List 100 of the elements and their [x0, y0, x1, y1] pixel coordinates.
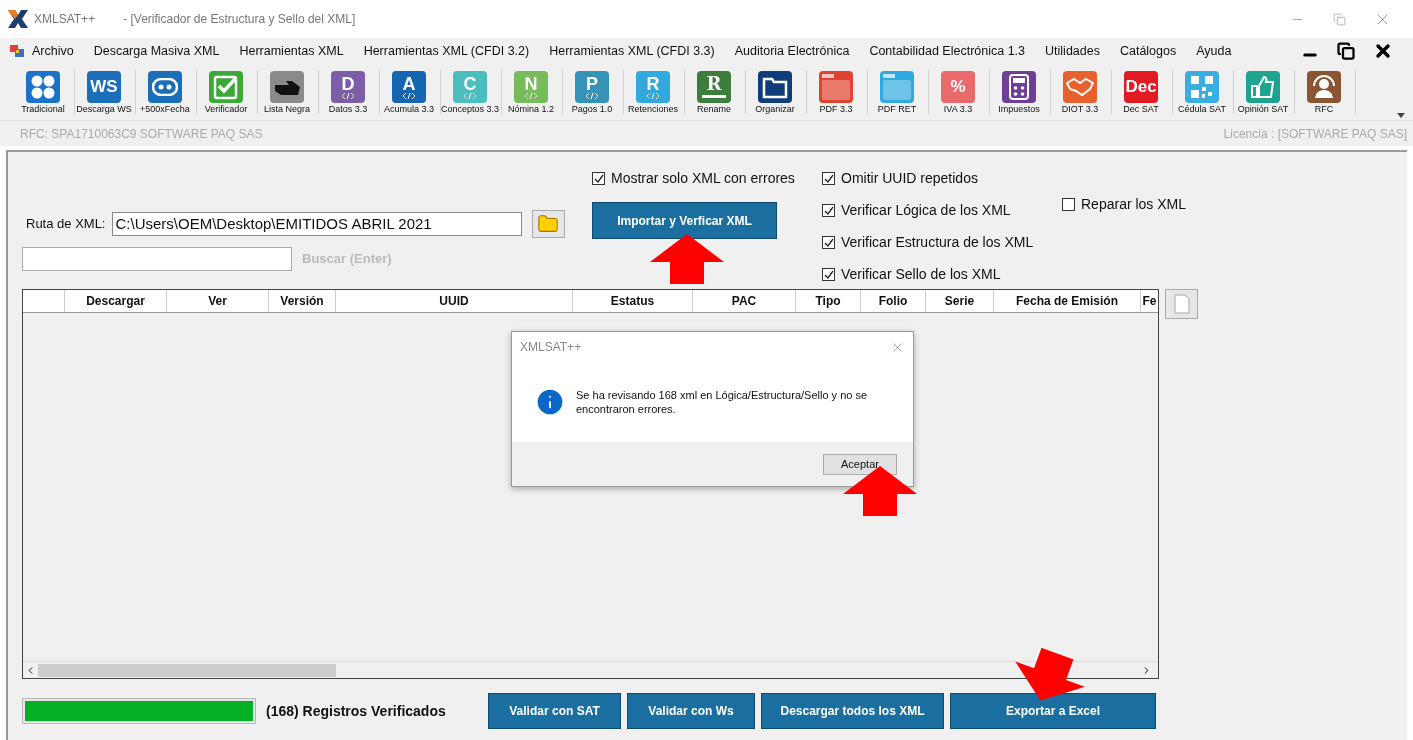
checkbox[interactable]	[822, 236, 835, 249]
rfc-label: RFC: SPA1710063C9 SOFTWARE PAQ SAS	[20, 125, 263, 143]
tool-icon	[758, 70, 792, 103]
menu-item[interactable]: Auditoria Electrónica	[734, 41, 850, 61]
toolbar-button[interactable]: A Acumula 3.3	[380, 70, 438, 114]
column-header[interactable]: Fecha de Emisión	[994, 290, 1141, 312]
checkbox[interactable]	[822, 172, 835, 185]
option-checkbox[interactable]: Verificar Estructura de los XML	[822, 232, 1062, 253]
tool-icon: WS	[87, 70, 121, 103]
overflow-icon[interactable]	[1397, 110, 1405, 118]
option-checkbox[interactable]: Verificar Sello de los XML	[822, 264, 1062, 285]
toolbar-button[interactable]: WS Descarga WS	[75, 70, 133, 114]
toolbar-button[interactable]: D Datos 3.3	[319, 70, 377, 114]
tool-icon: N	[514, 70, 548, 103]
toolbar-button[interactable]: N Nómina 1.2	[502, 70, 560, 114]
dialog-message: Se ha revisando 168 xml en Lógica/Estructura/Sello y no se encontraron errores.	[576, 388, 869, 416]
option-checkbox[interactable]: Reparar los XML	[1062, 194, 1187, 215]
option-checkbox[interactable]: Verificar Lógica de los XML	[822, 200, 1062, 221]
tool-icon	[1185, 70, 1219, 103]
checkbox[interactable]	[1062, 198, 1075, 211]
column-header[interactable]: Fe	[1141, 290, 1158, 312]
tool-icon: R	[636, 70, 670, 103]
menu-item[interactable]: Ayuda	[1196, 41, 1232, 61]
menu-item[interactable]: Descarga Masiva XML	[93, 41, 220, 61]
page-icon	[1172, 294, 1191, 314]
toolbar-button[interactable]: Verificador	[197, 70, 255, 114]
browse-button[interactable]	[531, 210, 565, 238]
tool-icon	[1307, 70, 1341, 103]
column-header[interactable]: Versión	[269, 290, 336, 312]
path-field[interactable]: C:\Users\OEM\Desktop\EMITIDOS ABRIL 2021	[111, 212, 522, 236]
toolbar-button[interactable]: PDF RET	[868, 70, 926, 114]
action-button[interactable]: Exportar a Excel	[950, 693, 1156, 729]
toolbar-button[interactable]: Opinión SAT	[1234, 70, 1292, 114]
toolbar-button[interactable]: Cédula SAT	[1173, 70, 1231, 114]
toolbar-button[interactable]: R Rename	[685, 70, 743, 114]
tool-icon	[819, 70, 853, 103]
option-checkbox[interactable]: Mostrar solo XML con errores	[592, 168, 822, 189]
toolbar-button[interactable]: Lista Negra	[258, 70, 316, 114]
horizontal-scrollbar[interactable]	[23, 661, 1158, 678]
toolbar-button[interactable]: +500xFecha	[136, 70, 194, 114]
column-header[interactable]: Folio	[861, 290, 926, 312]
accept-button[interactable]: Aceptar	[823, 453, 897, 475]
dialog-title: XMLSAT++	[520, 339, 582, 356]
toolbar-button[interactable]: Dec Dec SAT	[1112, 70, 1170, 114]
toolbar-button[interactable]: Organizar	[746, 70, 804, 114]
checkbox[interactable]	[592, 172, 605, 185]
app-logo-icon	[8, 10, 28, 28]
menu-item[interactable]: Utilidades	[1045, 41, 1100, 61]
tool-icon: C	[453, 70, 487, 103]
tool-icon	[1063, 70, 1097, 103]
search-field[interactable]	[22, 247, 292, 271]
action-button[interactable]: Descargar todos los XML	[761, 693, 944, 729]
tool-icon: D	[331, 70, 365, 103]
action-button[interactable]: Validar con Ws	[627, 693, 755, 729]
toolbar-button[interactable]: PDF 3.3	[807, 70, 865, 114]
tool-icon: R	[697, 70, 731, 103]
column-header[interactable]: UUID	[336, 290, 573, 312]
tool-icon	[880, 70, 914, 103]
column-header[interactable]: Estatus	[573, 290, 693, 312]
column-header[interactable]: Serie	[926, 290, 994, 312]
toolbar-button[interactable]: Tradicional	[14, 70, 72, 114]
restore-icon[interactable]	[1337, 42, 1355, 60]
menu-item[interactable]: Herramientas XML (CFDI 3.3)	[549, 41, 715, 61]
option-checkbox[interactable]: Omitir UUID repetidos	[822, 168, 1062, 189]
tool-icon: P	[575, 70, 609, 103]
menu-item[interactable]: Archivo	[32, 41, 74, 61]
checkbox[interactable]	[822, 204, 835, 217]
column-header[interactable]: Descargar	[65, 290, 167, 312]
app-name: XMLSAT++	[34, 11, 96, 28]
tool-icon	[1246, 70, 1280, 103]
toolbar-button[interactable]: C Conceptos 3.3	[441, 70, 499, 114]
tool-icon	[209, 70, 243, 103]
close-icon[interactable]	[1373, 41, 1393, 61]
import-button[interactable]: Importar y Verficar XML	[592, 202, 777, 239]
toolbar-button[interactable]: Impuestos	[990, 70, 1048, 114]
menu-item[interactable]: Catálogos	[1119, 41, 1177, 61]
toolbar-button[interactable]: DIOT 3.3	[1051, 70, 1109, 114]
column-header[interactable]: PAC	[693, 290, 796, 312]
menu-item[interactable]: Herramientas XML (CFDI 3.2)	[363, 41, 530, 61]
tool-icon	[270, 70, 304, 103]
tool-icon: Dec	[1124, 70, 1158, 103]
column-header[interactable]: Ver	[167, 290, 269, 312]
menu-item[interactable]: Contabilidad Electrónica 1.3	[869, 41, 1026, 61]
action-button[interactable]: Validar con SAT	[488, 693, 621, 729]
tool-icon	[148, 70, 182, 103]
menu-item[interactable]: Herramientas XML	[239, 41, 344, 61]
folder-icon	[537, 213, 559, 235]
tool-icon: A	[392, 70, 426, 103]
window-title: - [Verificador de Estructura y Sello del XML]	[123, 11, 356, 28]
checkbox[interactable]	[822, 268, 835, 281]
toolbar-button[interactable]: % IVA 3.3	[929, 70, 987, 114]
tool-icon	[1002, 70, 1036, 103]
info-icon	[534, 386, 566, 418]
tool-icon: %	[941, 70, 975, 103]
pointer-arrow-icon	[650, 234, 724, 284]
column-header[interactable]: Tipo	[796, 290, 861, 312]
toolbar-button[interactable]: RFC	[1295, 70, 1353, 114]
toolbar-button[interactable]: P Pagos 1.0	[563, 70, 621, 114]
toolbar-button[interactable]: R Retenciones	[624, 70, 682, 114]
license-label: Licencia : [SOFTWARE PAQ SAS]	[1223, 125, 1407, 143]
